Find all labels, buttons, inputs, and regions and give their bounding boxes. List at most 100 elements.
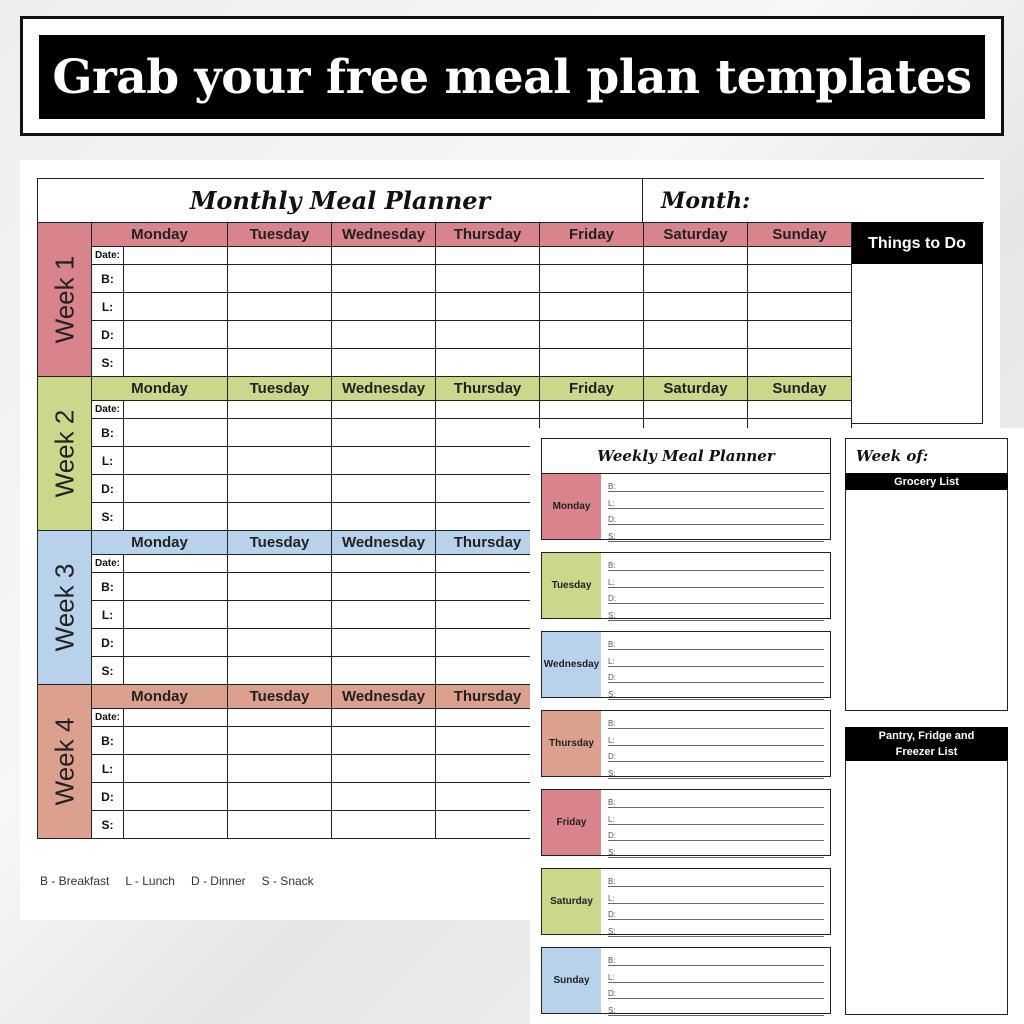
meal-line[interactable]: D: <box>608 589 824 604</box>
meal-cell[interactable] <box>123 810 228 839</box>
meal-cell[interactable] <box>747 320 852 349</box>
meal-line[interactable]: D: <box>608 510 824 525</box>
meal-cell[interactable] <box>435 446 540 475</box>
meal-line[interactable]: L: <box>608 968 824 983</box>
meal-cell[interactable] <box>331 708 436 727</box>
meal-cell[interactable] <box>435 348 540 377</box>
meal-cell[interactable] <box>331 502 436 531</box>
meal-cell[interactable] <box>747 292 852 321</box>
meal-cell[interactable] <box>123 400 228 419</box>
meal-cell[interactable] <box>539 264 644 293</box>
meal-cell[interactable] <box>227 400 332 419</box>
meal-cell[interactable] <box>227 502 332 531</box>
meal-cell[interactable] <box>539 400 644 419</box>
meal-cell[interactable] <box>435 554 540 573</box>
meal-line[interactable]: S: <box>608 685 824 700</box>
meal-cell[interactable] <box>227 628 332 657</box>
meal-cell[interactable] <box>435 474 540 503</box>
meal-cell[interactable] <box>227 474 332 503</box>
meal-line[interactable]: B: <box>608 714 824 729</box>
meal-cell[interactable] <box>747 264 852 293</box>
meal-cell[interactable] <box>123 572 228 601</box>
meal-cell[interactable] <box>747 246 852 265</box>
meal-cell[interactable] <box>435 754 540 783</box>
meal-cell[interactable] <box>227 348 332 377</box>
meal-cell[interactable] <box>435 502 540 531</box>
meal-line[interactable]: S: <box>608 1001 824 1016</box>
meal-cell[interactable] <box>435 708 540 727</box>
meal-line[interactable]: L: <box>608 494 824 509</box>
meal-cell[interactable] <box>123 656 228 685</box>
meal-cell[interactable] <box>331 600 436 629</box>
meal-line[interactable]: S: <box>608 922 824 937</box>
meal-line[interactable]: L: <box>608 810 824 825</box>
meal-cell[interactable] <box>123 708 228 727</box>
meal-cell[interactable] <box>435 400 540 419</box>
meal-cell[interactable] <box>331 446 436 475</box>
meal-line[interactable]: S: <box>608 527 824 542</box>
meal-cell[interactable] <box>331 400 436 419</box>
meal-cell[interactable] <box>227 810 332 839</box>
meal-cell[interactable] <box>227 264 332 293</box>
meal-cell[interactable] <box>123 782 228 811</box>
meal-line[interactable]: D: <box>608 747 824 762</box>
meal-line[interactable]: D: <box>608 668 824 683</box>
meal-cell[interactable] <box>123 600 228 629</box>
meal-line[interactable]: S: <box>608 843 824 858</box>
meal-cell[interactable] <box>539 246 644 265</box>
meal-cell[interactable] <box>123 246 228 265</box>
meal-cell[interactable] <box>331 246 436 265</box>
meal-cell[interactable] <box>331 754 436 783</box>
meal-cell[interactable] <box>331 320 436 349</box>
grocery-list-box[interactable] <box>845 473 1008 711</box>
meal-cell[interactable] <box>331 726 436 755</box>
meal-cell[interactable] <box>435 320 540 349</box>
meal-cell[interactable] <box>435 810 540 839</box>
meal-cell[interactable] <box>747 348 852 377</box>
meal-line[interactable]: B: <box>608 556 824 571</box>
meal-cell[interactable] <box>123 502 228 531</box>
meal-cell[interactable] <box>123 554 228 573</box>
meal-line[interactable]: B: <box>608 951 824 966</box>
meal-cell[interactable] <box>643 246 748 265</box>
meal-cell[interactable] <box>227 246 332 265</box>
meal-line[interactable]: D: <box>608 826 824 841</box>
meal-cell[interactable] <box>643 292 748 321</box>
meal-cell[interactable] <box>227 446 332 475</box>
meal-line[interactable]: D: <box>608 905 824 920</box>
meal-line[interactable]: B: <box>608 872 824 887</box>
meal-cell[interactable] <box>227 572 332 601</box>
meal-line[interactable]: S: <box>608 606 824 621</box>
meal-cell[interactable] <box>123 348 228 377</box>
meal-cell[interactable] <box>435 628 540 657</box>
meal-cell[interactable] <box>123 264 228 293</box>
meal-cell[interactable] <box>123 292 228 321</box>
meal-cell[interactable] <box>435 572 540 601</box>
things-to-do-area[interactable] <box>851 264 983 424</box>
meal-cell[interactable] <box>331 572 436 601</box>
meal-cell[interactable] <box>123 446 228 475</box>
meal-cell[interactable] <box>643 348 748 377</box>
meal-cell[interactable] <box>435 726 540 755</box>
meal-cell[interactable] <box>227 418 332 447</box>
meal-cell[interactable] <box>643 400 748 419</box>
meal-cell[interactable] <box>747 400 852 419</box>
meal-cell[interactable] <box>435 264 540 293</box>
meal-cell[interactable] <box>331 292 436 321</box>
meal-cell[interactable] <box>123 754 228 783</box>
meal-line[interactable]: D: <box>608 984 824 999</box>
meal-cell[interactable] <box>331 418 436 447</box>
meal-cell[interactable] <box>435 246 540 265</box>
meal-cell[interactable] <box>331 474 436 503</box>
meal-cell[interactable] <box>331 628 436 657</box>
pantry-list-box[interactable] <box>845 727 1008 1015</box>
meal-cell[interactable] <box>643 320 748 349</box>
meal-cell[interactable] <box>435 656 540 685</box>
meal-line[interactable]: S: <box>608 764 824 779</box>
meal-cell[interactable] <box>227 600 332 629</box>
meal-cell[interactable] <box>331 810 436 839</box>
meal-line[interactable]: L: <box>608 573 824 588</box>
meal-cell[interactable] <box>331 656 436 685</box>
meal-cell[interactable] <box>539 292 644 321</box>
meal-cell[interactable] <box>227 292 332 321</box>
